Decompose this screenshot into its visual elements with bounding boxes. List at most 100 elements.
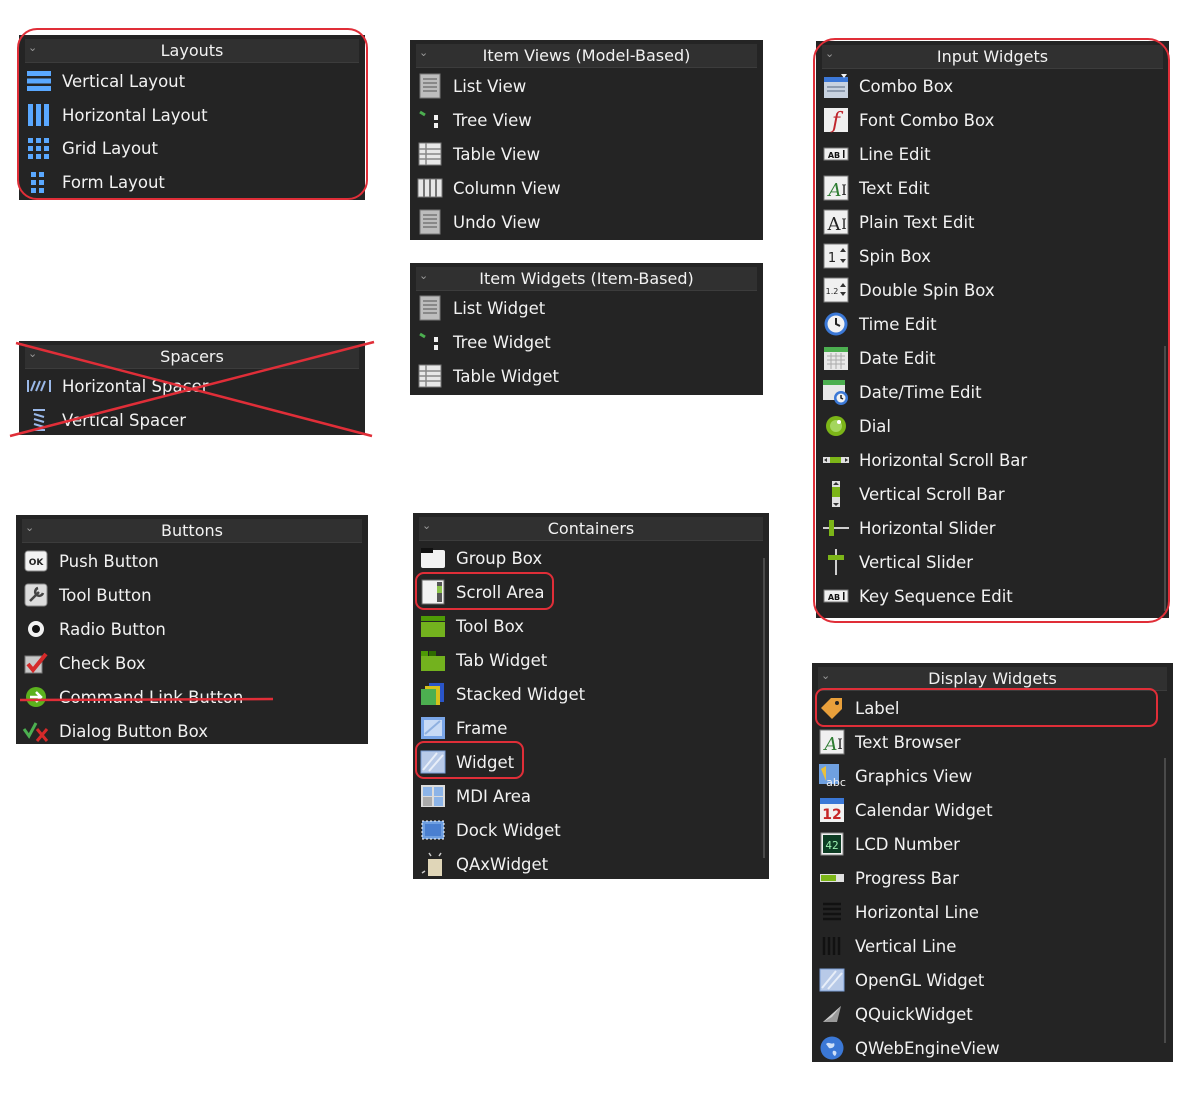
widget-item-scroll-area[interactable]: Scroll Area xyxy=(413,575,769,609)
chevron-down-icon[interactable]: ⌄ xyxy=(419,44,428,61)
buttons-panel: ⌄ Buttons OK Push Button Tool Button Rad… xyxy=(16,515,368,744)
widget-item-text-edit[interactable]: AI Text Edit xyxy=(816,171,1169,205)
display-widgets-header[interactable]: ⌄ Display Widgets xyxy=(818,667,1167,691)
chevron-down-icon[interactable]: ⌄ xyxy=(422,517,431,534)
widget-item-qwebengineview[interactable]: QWebEngineView xyxy=(812,1031,1173,1065)
item-widgets-panel: ⌄ Item Widgets (Item-Based) List Widget … xyxy=(410,263,763,395)
widget-item-command-link-button[interactable]: Command Link Button xyxy=(16,680,368,714)
input-widgets-panel: ⌄ Input Widgets Combo Box f Font Combo B… xyxy=(816,41,1169,618)
line-edit-icon: AB xyxy=(822,141,850,167)
list-view-icon xyxy=(416,73,444,99)
buttons-header[interactable]: ⌄ Buttons xyxy=(22,519,362,543)
svg-text:OK: OK xyxy=(29,558,45,568)
widget-item-horizontal-scroll-bar[interactable]: Horizontal Scroll Bar xyxy=(816,443,1169,477)
item-views-header[interactable]: ⌄ Item Views (Model-Based) xyxy=(416,44,757,68)
widget-item-graphics-view[interactable]: abc Graphics View xyxy=(812,759,1173,793)
undo-view-icon xyxy=(416,209,444,235)
widget-item-vertical-layout[interactable]: Vertical Layout xyxy=(19,64,365,98)
widget-item-vertical-slider[interactable]: Vertical Slider xyxy=(816,545,1169,579)
widget-item-label[interactable]: Label xyxy=(812,691,1173,725)
widget-item-table-view[interactable]: Table View xyxy=(410,137,763,171)
containers-header[interactable]: ⌄ Containers xyxy=(419,517,763,541)
widget-item-column-view[interactable]: Column View xyxy=(410,171,763,205)
widget-item-tool-box[interactable]: Tool Box xyxy=(413,609,769,643)
widget-item-radio-button[interactable]: Radio Button xyxy=(16,612,368,646)
widget-item-push-button[interactable]: OK Push Button xyxy=(16,544,368,578)
chevron-down-icon[interactable]: ⌄ xyxy=(28,345,37,362)
chevron-down-icon[interactable]: ⌄ xyxy=(825,45,834,62)
widget-item-list-view[interactable]: List View xyxy=(410,69,763,103)
widget-item-check-box[interactable]: Check Box xyxy=(16,646,368,680)
widget-item-tree-view[interactable]: Tree View xyxy=(410,103,763,137)
widget-item-dock-widget[interactable]: Dock Widget xyxy=(413,813,769,847)
widget-item-tab-widget[interactable]: Tab Widget xyxy=(413,643,769,677)
item-label: Tree View xyxy=(453,110,532,130)
widget-item-combo-box[interactable]: Combo Box xyxy=(816,69,1169,103)
horizontal-line-icon xyxy=(818,899,846,925)
widget-item-form-layout[interactable]: Form Layout xyxy=(19,165,365,199)
chevron-down-icon[interactable]: ⌄ xyxy=(419,267,428,284)
widget-item-dialog-button-box[interactable]: Dialog Button Box xyxy=(16,714,368,748)
graphics-view-icon: abc xyxy=(818,763,846,789)
widget-item-line-edit[interactable]: AB Line Edit xyxy=(816,137,1169,171)
chevron-down-icon[interactable]: ⌄ xyxy=(28,39,37,56)
item-widgets-header[interactable]: ⌄ Item Widgets (Item-Based) xyxy=(416,267,757,291)
widget-item-horizontal-spacer[interactable]: Horizontal Spacer xyxy=(19,369,365,403)
widget-item-key-sequence-edit[interactable]: AB Key Sequence Edit xyxy=(816,579,1169,613)
item-label: Undo View xyxy=(453,212,541,232)
widget-item-widget[interactable]: Widget xyxy=(413,745,769,779)
widget-item-horizontal-line[interactable]: Horizontal Line xyxy=(812,895,1173,929)
widget-item-calendar-widget[interactable]: 12 Calendar Widget xyxy=(812,793,1173,827)
opengl-widget-icon xyxy=(818,967,846,993)
chevron-down-icon[interactable]: ⌄ xyxy=(821,667,830,684)
dial-icon xyxy=(822,413,850,439)
table-view-icon xyxy=(416,141,444,167)
svg-text:A: A xyxy=(827,180,842,201)
widget-item-horizontal-slider[interactable]: Horizontal Slider xyxy=(816,511,1169,545)
scroll-area-icon xyxy=(419,579,447,605)
widget-item-grid-layout[interactable]: Grid Layout xyxy=(19,131,365,165)
widget-item-mdi-area[interactable]: MDI Area xyxy=(413,779,769,813)
widget-item-double-spin-box[interactable]: 1.2 Double Spin Box xyxy=(816,273,1169,307)
widget-item-vertical-spacer[interactable]: Vertical Spacer xyxy=(19,403,365,437)
widget-item-group-box[interactable]: Group Box xyxy=(413,541,769,575)
layouts-header[interactable]: ⌄ Layouts xyxy=(25,39,359,63)
item-label: Dock Widget xyxy=(456,820,561,840)
widget-item-font-combo-box[interactable]: f Font Combo Box xyxy=(816,103,1169,137)
widget-item-opengl-widget[interactable]: OpenGL Widget xyxy=(812,963,1173,997)
item-label: Vertical Scroll Bar xyxy=(859,484,1005,504)
widget-item-plain-text-edit[interactable]: AI Plain Text Edit xyxy=(816,205,1169,239)
vertical-layout-icon xyxy=(25,68,53,94)
widget-item-stacked-widget[interactable]: Stacked Widget xyxy=(413,677,769,711)
widget-item-dial[interactable]: Dial xyxy=(816,409,1169,443)
svg-text:I: I xyxy=(837,737,843,753)
widget-item-tree-widget[interactable]: Tree Widget xyxy=(410,325,763,359)
widget-item-table-widget[interactable]: Table Widget xyxy=(410,359,763,393)
widget-item-qaxwidget[interactable]: QAxWidget xyxy=(413,847,769,881)
tab-widget-icon xyxy=(419,647,447,673)
tree-widget-icon xyxy=(416,329,444,355)
item-label: Date/Time Edit xyxy=(859,382,982,402)
spacers-header[interactable]: ⌄ Spacers xyxy=(25,345,359,369)
widget-item-frame[interactable]: Frame xyxy=(413,711,769,745)
widget-item-text-browser[interactable]: AI Text Browser xyxy=(812,725,1173,759)
widget-item-qquickwidget[interactable]: QQuickWidget xyxy=(812,997,1173,1031)
widget-item-date-time-edit[interactable]: Date/Time Edit xyxy=(816,375,1169,409)
chevron-down-icon[interactable]: ⌄ xyxy=(25,519,34,536)
widget-item-date-edit[interactable]: Date Edit xyxy=(816,341,1169,375)
widget-item-tool-button[interactable]: Tool Button xyxy=(16,578,368,612)
widget-item-time-edit[interactable]: Time Edit xyxy=(816,307,1169,341)
widget-item-spin-box[interactable]: 1 Spin Box xyxy=(816,239,1169,273)
date-edit-icon xyxy=(822,345,850,371)
widget-item-horizontal-layout[interactable]: Horizontal Layout xyxy=(19,98,365,132)
widget-item-list-widget[interactable]: List Widget xyxy=(410,291,763,325)
widget-item-progress-bar[interactable]: Progress Bar xyxy=(812,861,1173,895)
widget-item-vertical-scroll-bar[interactable]: Vertical Scroll Bar xyxy=(816,477,1169,511)
input-widgets-header[interactable]: ⌄ Input Widgets xyxy=(822,45,1163,69)
widget-item-lcd-number[interactable]: 42 LCD Number xyxy=(812,827,1173,861)
item-label: Tool Button xyxy=(59,585,152,605)
widget-item-undo-view[interactable]: Undo View xyxy=(410,205,763,239)
widget-icon xyxy=(419,749,447,775)
widget-item-vertical-line[interactable]: Vertical Line xyxy=(812,929,1173,963)
item-label: Horizontal Layout xyxy=(62,105,208,125)
